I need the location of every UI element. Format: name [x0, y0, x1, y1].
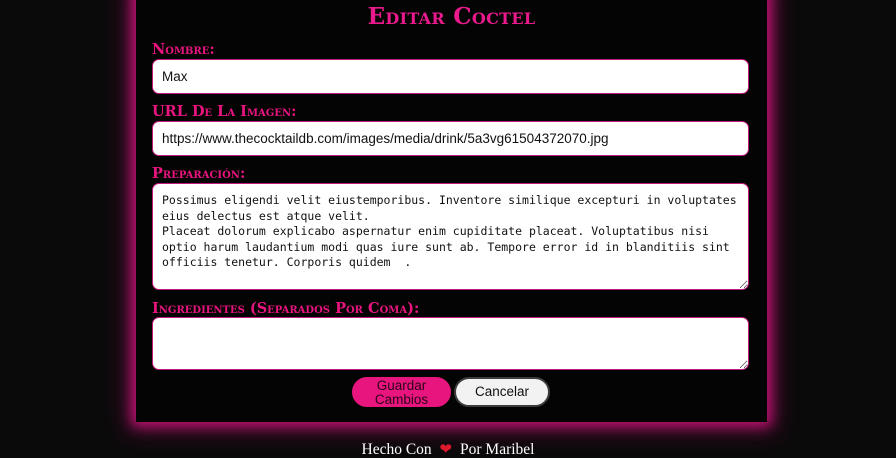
page-title: Editar Coctel [367, 3, 536, 30]
ingredients-textarea[interactable] [152, 317, 749, 370]
image-url-input[interactable] [152, 121, 749, 156]
name-label: Nombre: [152, 41, 215, 58]
ingredients-label: Ingredientes (Separados Por Coma): [152, 300, 420, 317]
footer-credit: Hecho Con ❤ Por Maribel [0, 440, 896, 458]
image-url-label: URL De La Imagen: [152, 103, 297, 120]
footer-suffix: Por Maribel [460, 441, 535, 458]
footer-prefix: Hecho Con [361, 441, 432, 458]
save-changes-button[interactable]: Guardar Cambios [352, 377, 451, 407]
edit-cocktail-card: Editar Coctel Nombre: URL De La Imagen: … [136, 0, 767, 422]
heart-icon: ❤ [439, 442, 453, 458]
preparation-textarea[interactable] [152, 183, 749, 290]
name-input[interactable] [152, 59, 749, 94]
cancel-button[interactable]: Cancelar [454, 377, 550, 407]
preparation-label: Preparación: [152, 165, 246, 182]
